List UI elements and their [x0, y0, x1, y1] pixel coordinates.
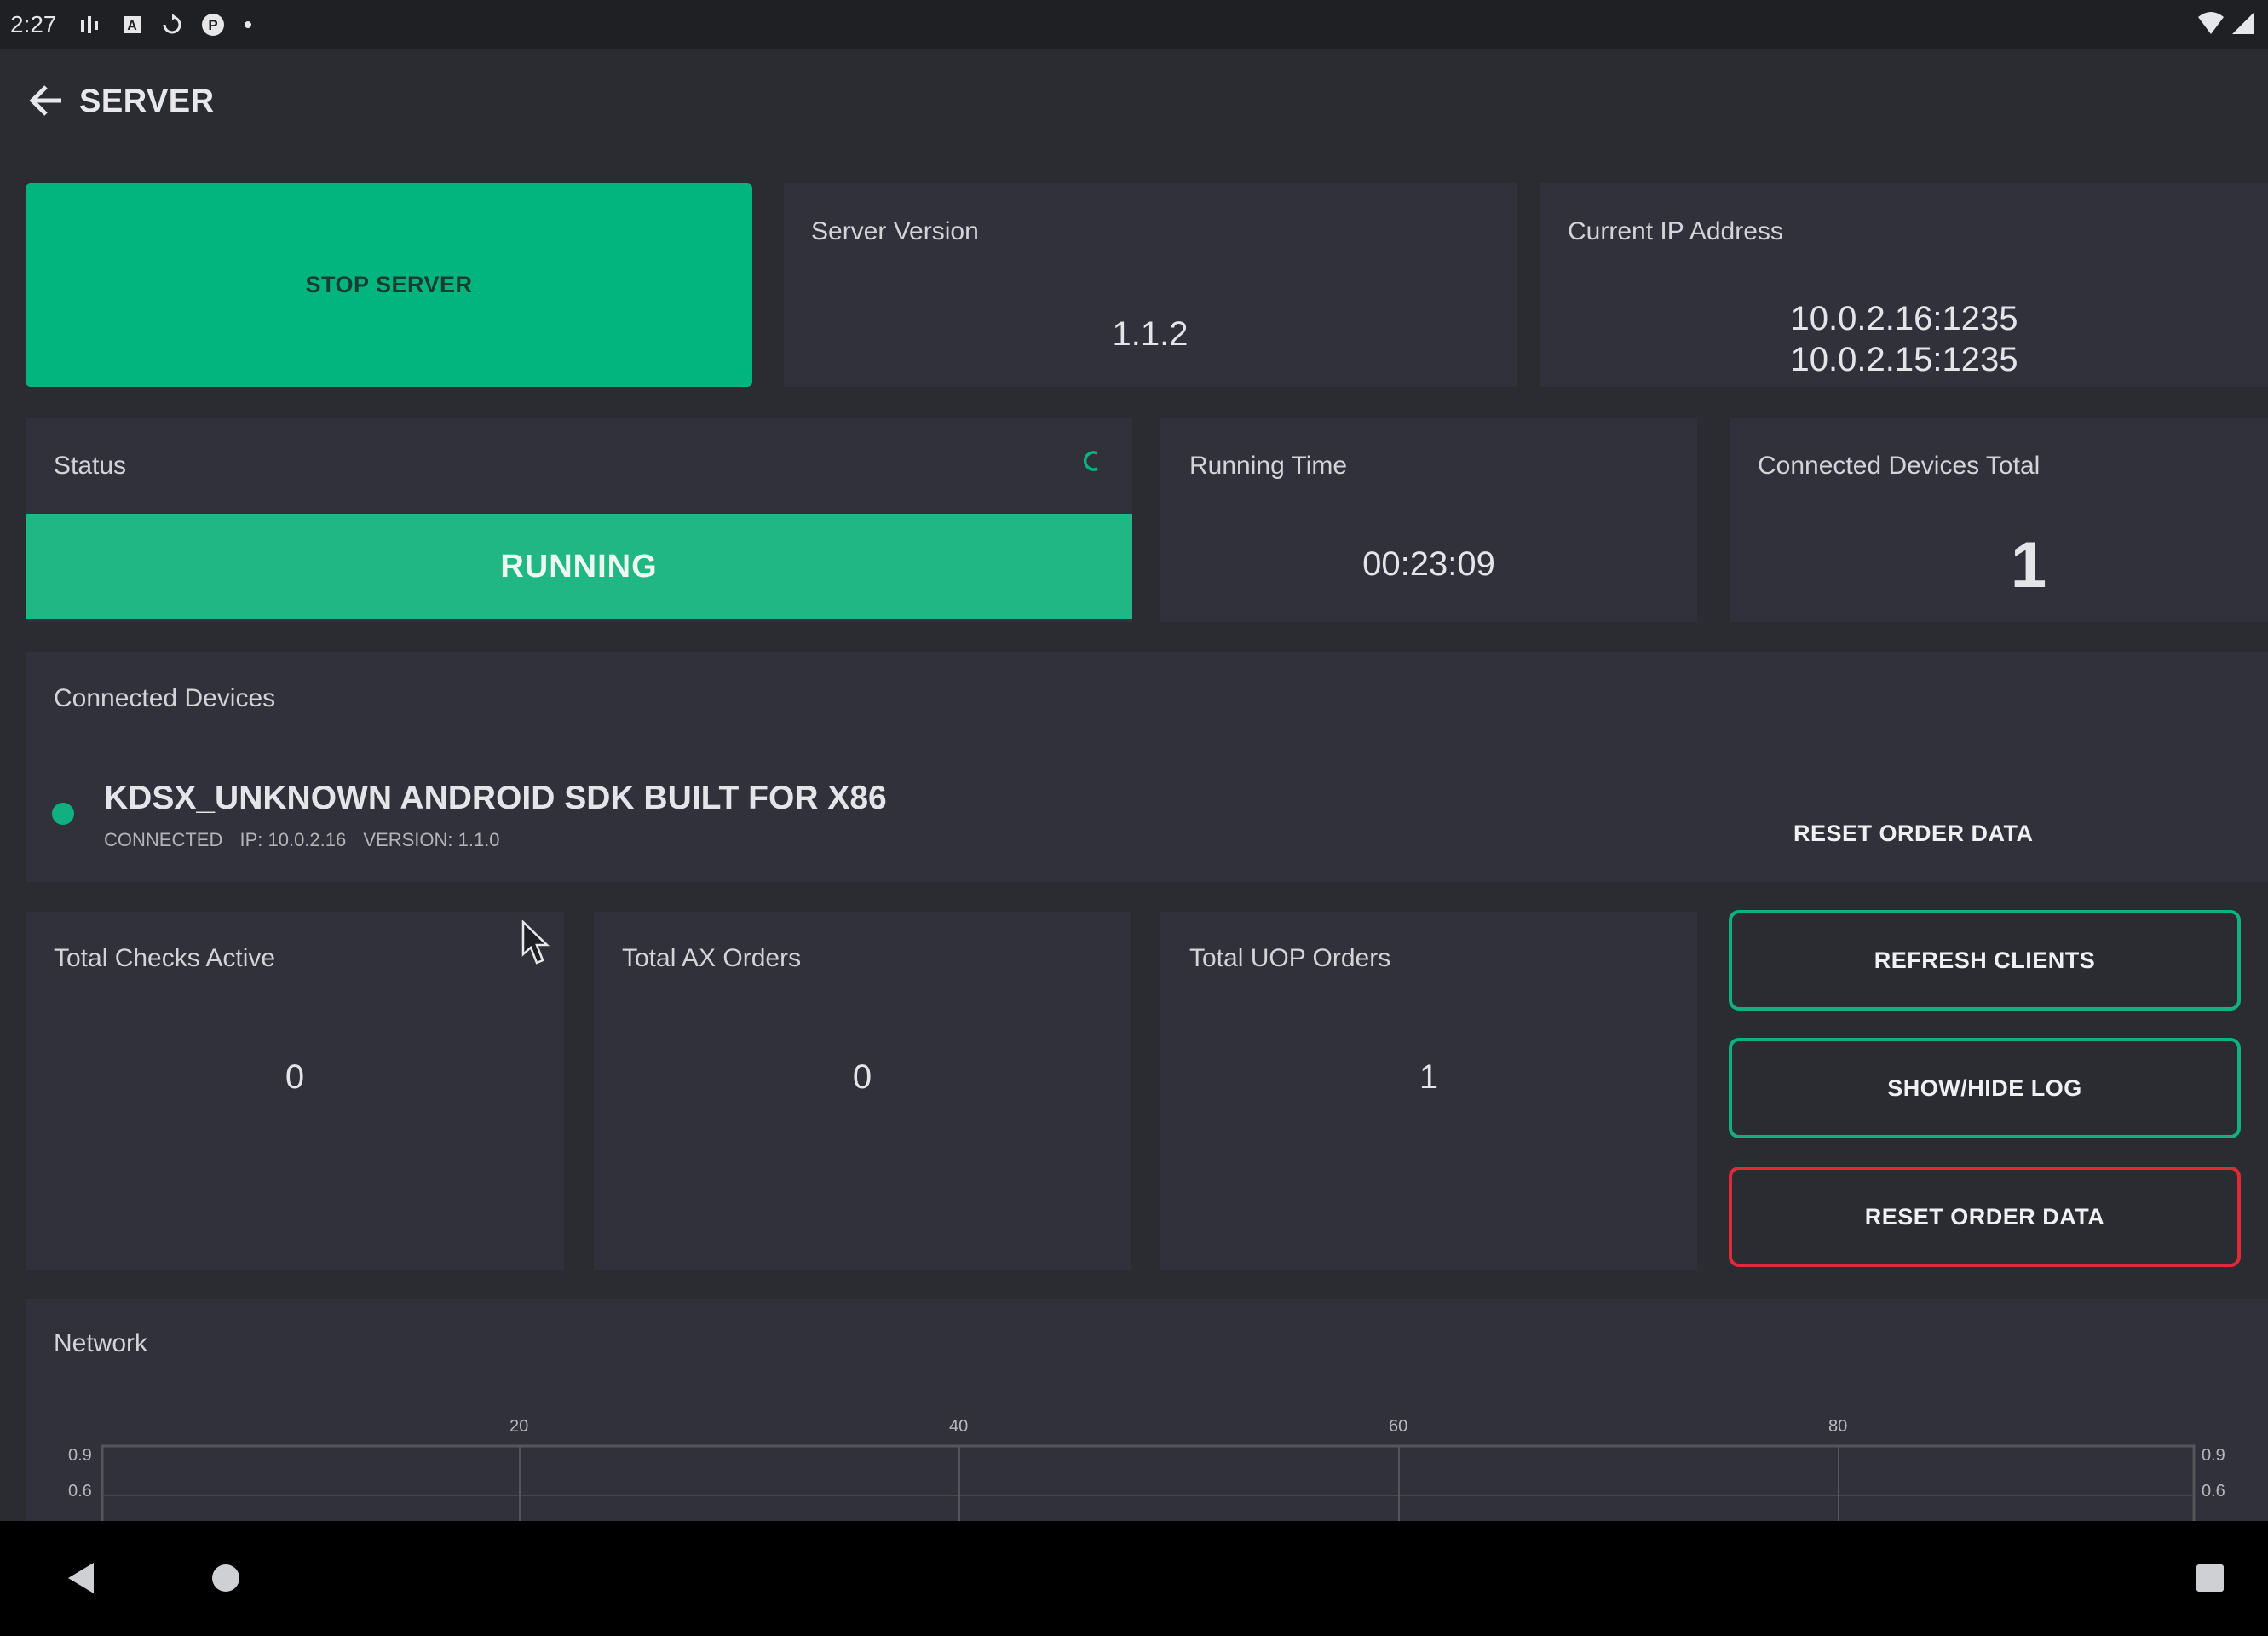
ip-address-card: Current IP Address 10.0.2.16:1235 10.0.2… [1540, 183, 2268, 387]
text-a-icon: A [123, 16, 141, 33]
arrow-left-icon[interactable] [27, 78, 65, 123]
dot-icon [244, 21, 251, 28]
total-uop-orders-card: Total UOP Orders 1 [1160, 912, 1697, 1270]
device-status: CONNECTED [104, 829, 223, 850]
y-tick-left-0.6: 0.6 [68, 1482, 92, 1501]
reset-order-data-button[interactable]: RESET ORDER DATA [1729, 1167, 2241, 1267]
x-tick-60: 60 [1389, 1417, 1408, 1436]
sync-icon [163, 14, 181, 34]
device-name: KDSX_UNKNOWN ANDROID SDK BUILT FOR X86 [104, 780, 887, 816]
total-ax-orders-value: 0 [852, 1058, 872, 1096]
system-nav-bar [0, 1521, 2268, 1636]
total-checks-label: Total Checks Active [54, 944, 276, 972]
clock: 2:27 [10, 11, 57, 37]
back-triangle-icon[interactable] [65, 1559, 99, 1597]
running-time-value: 00:23:09 [1362, 545, 1495, 583]
wifi-icon [2198, 12, 2224, 34]
total-checks-card: Total Checks Active 0 [26, 912, 564, 1270]
connection-status-dot [52, 803, 74, 825]
recents-square-icon[interactable] [2194, 1562, 2226, 1594]
total-uop-orders-label: Total UOP Orders [1189, 944, 1391, 972]
server-version-label: Server Version [811, 217, 979, 245]
x-tick-20: 20 [509, 1417, 529, 1436]
signal-bars-icon [80, 16, 98, 33]
connected-total-label: Connected Devices Total [1758, 452, 2041, 480]
total-ax-orders-label: Total AX Orders [622, 944, 802, 972]
svg-text:P: P [208, 17, 217, 33]
home-circle-icon[interactable] [210, 1562, 242, 1594]
cellular-icon [2232, 12, 2254, 34]
page-title: SERVER [79, 84, 215, 119]
x-tick-40: 40 [949, 1417, 969, 1436]
status-label: Status [54, 452, 127, 480]
server-version-value: 1.1.2 [1112, 315, 1189, 353]
ip-address-value: 10.0.2.16:1235 [1790, 300, 2018, 337]
connected-devices-card: Connected Devices KDSX_UNKNOWN ANDROID S… [26, 652, 2268, 882]
stop-server-button[interactable]: STOP SERVER [26, 183, 752, 387]
y-tick-right-0.6: 0.6 [2202, 1482, 2225, 1501]
device-meta: CONNECTED IP: 10.0.2.16 VERSION: 1.1.0 [104, 829, 500, 851]
server-version-card: Server Version 1.1.2 [784, 183, 1517, 387]
device-version: VERSION: 1.1.0 [363, 829, 500, 850]
connected-devices-label: Connected Devices [54, 684, 276, 712]
connected-total-value: 1 [2010, 529, 2047, 602]
running-time-label: Running Time [1189, 452, 1348, 480]
total-ax-orders-card: Total AX Orders 0 [594, 912, 1131, 1270]
device-reset-order-button[interactable]: RESET ORDER DATA [1793, 821, 2034, 847]
device-ip: IP: 10.0.2.16 [239, 829, 347, 850]
refresh-clients-button[interactable]: REFRESH CLIENTS [1729, 910, 2241, 1011]
total-uop-orders-value: 1 [1419, 1058, 1439, 1096]
network-chart-grid [101, 1444, 2196, 1521]
mouse-cursor-icon [521, 920, 550, 965]
y-tick-left-0.9: 0.9 [68, 1446, 92, 1465]
network-card: Network 20 40 60 80 0.9 0.6 0.9 0.6 [26, 1299, 2268, 1521]
ip-address-value: 10.0.2.15:1235 [1790, 341, 2018, 373]
spinner-icon [1083, 451, 1098, 471]
status-running-badge: RUNNING [26, 514, 1132, 619]
ip-address-label: Current IP Address [1568, 217, 1783, 245]
app-p-icon: P [201, 14, 224, 36]
total-checks-value: 0 [285, 1058, 305, 1096]
system-status-bar: 2:27 A P [0, 0, 2268, 49]
device-row[interactable]: KDSX_UNKNOWN ANDROID SDK BUILT FOR X86 C… [51, 780, 1244, 856]
running-time-card: Running Time 00:23:09 [1160, 418, 1697, 622]
y-tick-right-0.9: 0.9 [2202, 1446, 2225, 1465]
connected-total-card: Connected Devices Total 1 [1730, 418, 2268, 622]
ip-address-list: 10.0.2.16:1235 10.0.2.15:1235 [1540, 298, 2268, 373]
x-tick-80: 80 [1828, 1417, 1848, 1436]
app-bar: SERVER [0, 49, 2268, 158]
svg-text:A: A [127, 19, 137, 33]
show-hide-log-button[interactable]: SHOW/HIDE LOG [1729, 1038, 2241, 1138]
